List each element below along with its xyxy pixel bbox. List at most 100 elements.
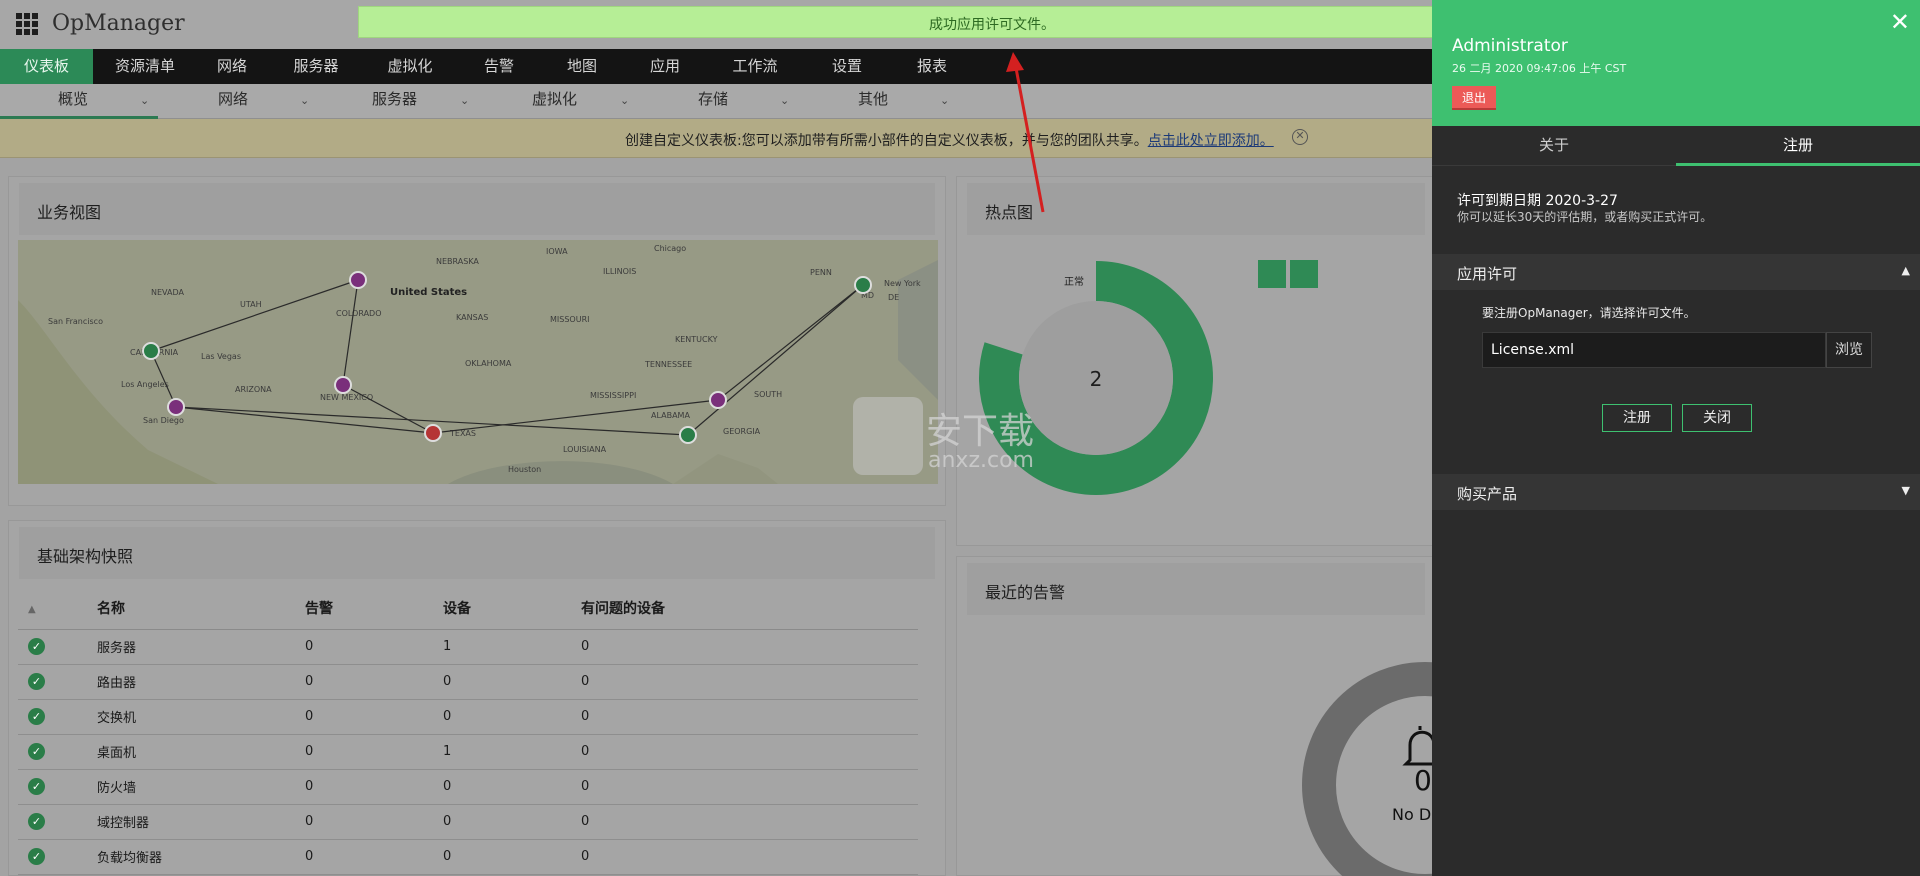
table-row[interactable]: ✓ 负载均衡器 0 0 0 <box>18 839 918 875</box>
chevron-down-icon[interactable]: ⌄ <box>460 94 469 107</box>
subnav-overview[interactable]: 概览 <box>58 84 88 119</box>
status-ok-icon: ✓ <box>28 778 45 795</box>
status-ok-icon: ✓ <box>28 708 45 725</box>
table-row[interactable]: ✓ 路由器 0 0 0 <box>18 664 918 700</box>
subnav-storage[interactable]: 存储 <box>698 84 728 119</box>
close-icon[interactable]: ✕ <box>1292 129 1308 145</box>
status-ok-icon: ✓ <box>28 638 45 655</box>
column-header[interactable]: 有问题的设备 <box>581 587 918 630</box>
map-node[interactable] <box>334 376 352 394</box>
register-hint: 要注册OpManager，请选择许可文件。 <box>1482 306 1696 320</box>
nav-alarms[interactable]: 告警 <box>455 49 543 84</box>
tab-register[interactable]: 注册 <box>1676 126 1920 166</box>
cell-status: ✓ <box>18 699 97 735</box>
infra-header: 基础架构快照 <box>19 527 935 579</box>
map-node[interactable] <box>349 271 367 289</box>
table-row[interactable]: ✓ 域控制器 0 0 0 <box>18 804 918 840</box>
subnav-servers[interactable]: 服务器 <box>372 84 417 119</box>
license-drawer: Administrator 26 二月 2020 09:47:06 上午 CST… <box>1432 0 1920 876</box>
map-node[interactable] <box>679 426 697 444</box>
cell-name: 路由器 <box>97 664 305 700</box>
cell-status: ✓ <box>18 769 97 805</box>
column-header[interactable]: 告警 <box>305 587 443 630</box>
subnav-virtualization[interactable]: 虚拟化 <box>532 84 577 119</box>
cell-name: 交换机 <box>97 699 305 735</box>
map-node[interactable] <box>142 342 160 360</box>
nav-reports[interactable]: 报表 <box>893 49 971 84</box>
cell-alarms: 0 <box>305 664 443 700</box>
chevron-down-icon[interactable]: ⌄ <box>780 94 789 107</box>
map-label: LOUISIANA <box>563 445 607 454</box>
nav-network[interactable]: 网络 <box>197 49 267 84</box>
column-header[interactable]: 设备 <box>443 587 581 630</box>
map-node[interactable] <box>854 276 872 294</box>
close-icon[interactable]: ✕ <box>1890 8 1910 36</box>
license-file-field[interactable]: License.xml <box>1482 332 1826 368</box>
apply-license-section[interactable]: 应用许可 ▲ <box>1432 254 1920 290</box>
nav-workflow[interactable]: 工作流 <box>709 49 801 84</box>
table-row[interactable]: ✓ 交换机 0 0 0 <box>18 699 918 735</box>
table-row[interactable]: ✓ 桌面机 0 1 0 <box>18 734 918 770</box>
app-grid-icon[interactable] <box>16 13 38 35</box>
sort-icon[interactable]: ▲ <box>18 587 97 630</box>
heatmap-cell[interactable] <box>1258 260 1286 288</box>
map-label: UTAH <box>240 300 262 309</box>
column-header[interactable]: 名称 <box>97 587 305 630</box>
cell-name: 负载均衡器 <box>97 839 305 875</box>
chevron-down-icon[interactable]: ⌄ <box>300 94 309 107</box>
cell-devices: 1 <box>443 734 581 770</box>
cell-status: ✓ <box>18 734 97 770</box>
nav-apps[interactable]: 应用 <box>621 49 709 84</box>
chevron-up-icon: ▲ <box>1901 264 1910 277</box>
cell-alarms: 0 <box>305 804 443 840</box>
nav-servers[interactable]: 服务器 <box>267 49 365 84</box>
cell-name: 桌面机 <box>97 734 305 770</box>
subnav-network[interactable]: 网络 <box>218 84 248 119</box>
drawer-tabs: 关于 注册 <box>1432 126 1920 166</box>
subnav-other[interactable]: 其他 <box>858 84 888 119</box>
buy-product-title: 购买产品 <box>1457 485 1518 503</box>
map-node[interactable] <box>424 424 442 442</box>
nav-dashboard[interactable]: 仪表板 <box>0 49 93 84</box>
heatmap-cell[interactable] <box>1290 260 1318 288</box>
chevron-down-icon[interactable]: ⌄ <box>940 94 949 107</box>
nav-inventory[interactable]: 资源清单 <box>93 49 197 84</box>
alarms-count: 0 <box>1414 764 1432 797</box>
cell-status: ✓ <box>18 629 97 665</box>
chevron-down-icon[interactable]: ⌄ <box>140 94 149 107</box>
tab-about[interactable]: 关于 <box>1432 126 1676 166</box>
map-label: KENTUCKY <box>675 335 718 344</box>
watermark-url: anxz.com <box>928 448 1034 473</box>
map-label: COLORADO <box>336 309 382 318</box>
map-label: MISSISSIPPI <box>590 391 636 400</box>
heatmap-count: 2 <box>1090 367 1103 391</box>
cell-status: ✓ <box>18 839 97 875</box>
cell-devices: 0 <box>443 804 581 840</box>
logout-button[interactable]: 退出 <box>1452 86 1497 110</box>
table-row[interactable]: ✓ 服务器 0 1 0 <box>18 629 918 665</box>
nav-virtualization[interactable]: 虚拟化 <box>365 49 455 84</box>
map-node[interactable] <box>167 398 185 416</box>
cell-alarms: 0 <box>305 839 443 875</box>
cell-devices: 0 <box>443 839 581 875</box>
apply-license-title: 应用许可 <box>1457 265 1518 283</box>
buy-product-section[interactable]: 购买产品 ▼ <box>1432 474 1920 510</box>
table-row[interactable]: ✓ 防火墙 0 0 0 <box>18 769 918 805</box>
business-view-map[interactable]: NEVADA UTAH COLORADO United States NEBRA… <box>18 240 938 484</box>
cell-problem-devices: 0 <box>581 699 918 735</box>
cell-problem-devices: 0 <box>581 629 918 665</box>
register-button[interactable]: 注册 <box>1602 404 1672 432</box>
map-node[interactable] <box>709 391 727 409</box>
user-name: Administrator <box>1452 36 1568 56</box>
chevron-down-icon[interactable]: ⌄ <box>620 94 629 107</box>
browse-button[interactable]: 浏览 <box>1826 332 1872 368</box>
table-header-row: ▲ 名称 告警 设备 有问题的设备 <box>18 587 918 630</box>
close-button[interactable]: 关闭 <box>1682 404 1752 432</box>
nav-maps[interactable]: 地图 <box>543 49 621 84</box>
notice-add-link[interactable]: 点击此处立即添加。 <box>1148 133 1274 149</box>
map-label: IOWA <box>546 247 568 256</box>
nav-settings[interactable]: 设置 <box>801 49 893 84</box>
map-label: Houston <box>508 465 541 474</box>
chevron-down-icon: ▼ <box>1901 484 1910 497</box>
map-label: San Francisco <box>48 317 103 326</box>
